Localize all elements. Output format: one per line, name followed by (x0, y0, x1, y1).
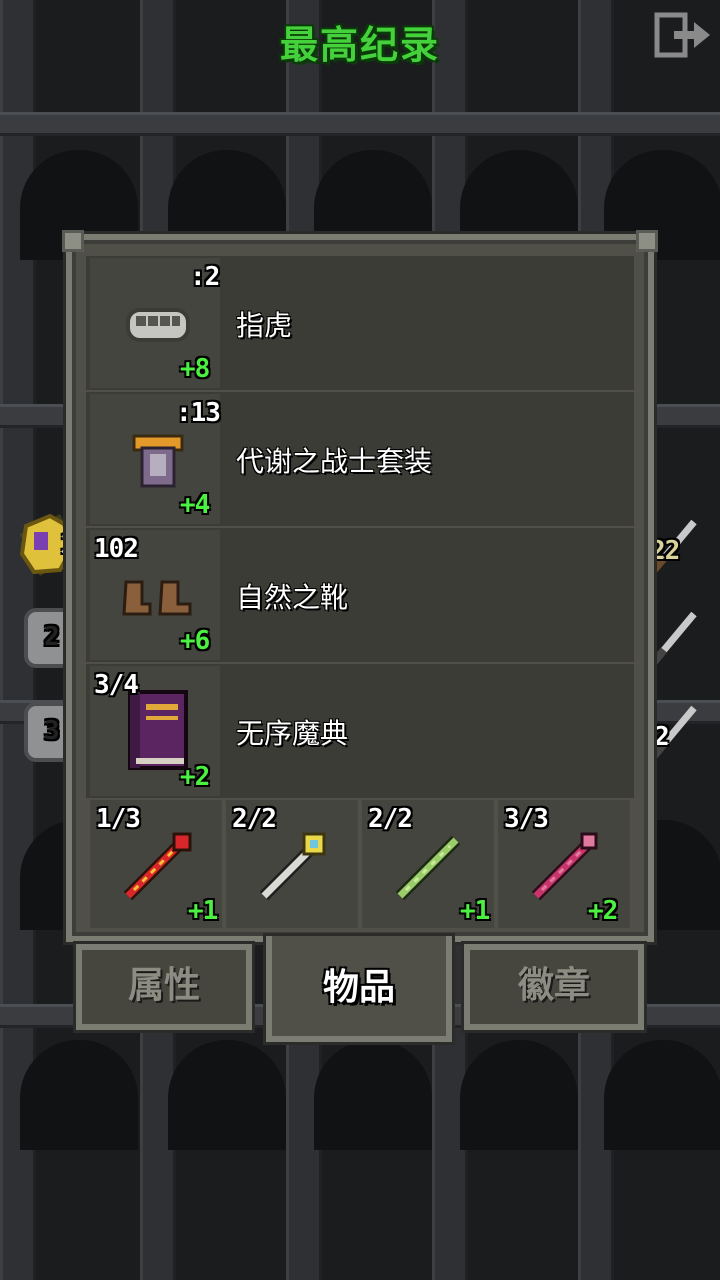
item-bonus: +6 (180, 626, 210, 656)
exit-icon (654, 12, 710, 58)
item-bonus: +8 (180, 354, 210, 384)
wand-count: 2/2 (368, 804, 413, 834)
wand-count: 2/2 (232, 804, 277, 834)
wand-bonus: +1 (188, 896, 218, 926)
wand-slot[interactable]: 2/2 +1 (362, 800, 494, 928)
boots-icon (122, 580, 192, 616)
item-count: 3/4 (94, 670, 139, 700)
wand-count: 3/3 (504, 804, 549, 834)
tab-badges[interactable]: 徽章 (464, 944, 644, 1030)
side-badge-label: 3 (44, 716, 60, 746)
side-sword[interactable]: 2 (650, 700, 700, 762)
tab-label: 物品 (322, 967, 395, 1008)
wand-bonus: +2 (588, 896, 618, 926)
tab-items[interactable]: 物品 (266, 936, 452, 1042)
item-count: :2 (190, 262, 220, 292)
tab-label: 属性 (127, 965, 200, 1006)
item-name: 代谢之战士套装 (236, 445, 433, 478)
item-row[interactable]: 102 +6 自然之靴 (86, 528, 634, 662)
fire-wand-icon (123, 832, 192, 901)
wand-slot[interactable]: 2/2 (226, 800, 358, 928)
panel-corner (636, 230, 658, 252)
item-bonus: +2 (180, 762, 210, 792)
panel-corner (62, 230, 84, 252)
wand-slot[interactable]: 1/3 +1 (90, 800, 222, 928)
exit-button[interactable] (654, 12, 712, 58)
item-name: 自然之靴 (236, 581, 349, 614)
item-name: 无序魔典 (236, 717, 349, 750)
page-title: 最高纪录 (279, 23, 440, 67)
item-count: :13 (176, 398, 221, 428)
item-row[interactable]: :2 +8 指虎 (86, 256, 634, 390)
warrior-armor-icon (132, 434, 184, 488)
item-name: 指虎 (236, 309, 293, 342)
pink-wand-icon (531, 832, 598, 901)
brass-knuckles-icon (126, 308, 190, 342)
side-sword-label: 2 (654, 722, 670, 752)
wand-count: 1/3 (96, 804, 141, 834)
tab-label: 徽章 (517, 965, 590, 1006)
green-wand-icon (395, 835, 461, 901)
side-sword-label: 22 (650, 536, 680, 566)
tab-stats[interactable]: 属性 (76, 944, 252, 1030)
gold-staff-icon (259, 832, 326, 901)
item-row[interactable]: :13 +4 代谢之战士套装 (86, 392, 634, 526)
item-count: 102 (94, 534, 139, 564)
side-badge-label: 2 (44, 622, 60, 652)
spellbook-icon (128, 690, 188, 770)
wand-bonus: +1 (460, 896, 490, 926)
wand-slot[interactable]: 3/3 +2 (498, 800, 630, 928)
side-sword[interactable]: 22 (650, 514, 700, 576)
wand-list: 1/3 +1 2/2 2/2 +1 3/3 +2 (86, 800, 634, 928)
item-bonus: +4 (180, 490, 210, 520)
item-row[interactable]: 3/4 +2 无序魔典 (86, 664, 634, 798)
side-sword[interactable] (650, 606, 700, 668)
